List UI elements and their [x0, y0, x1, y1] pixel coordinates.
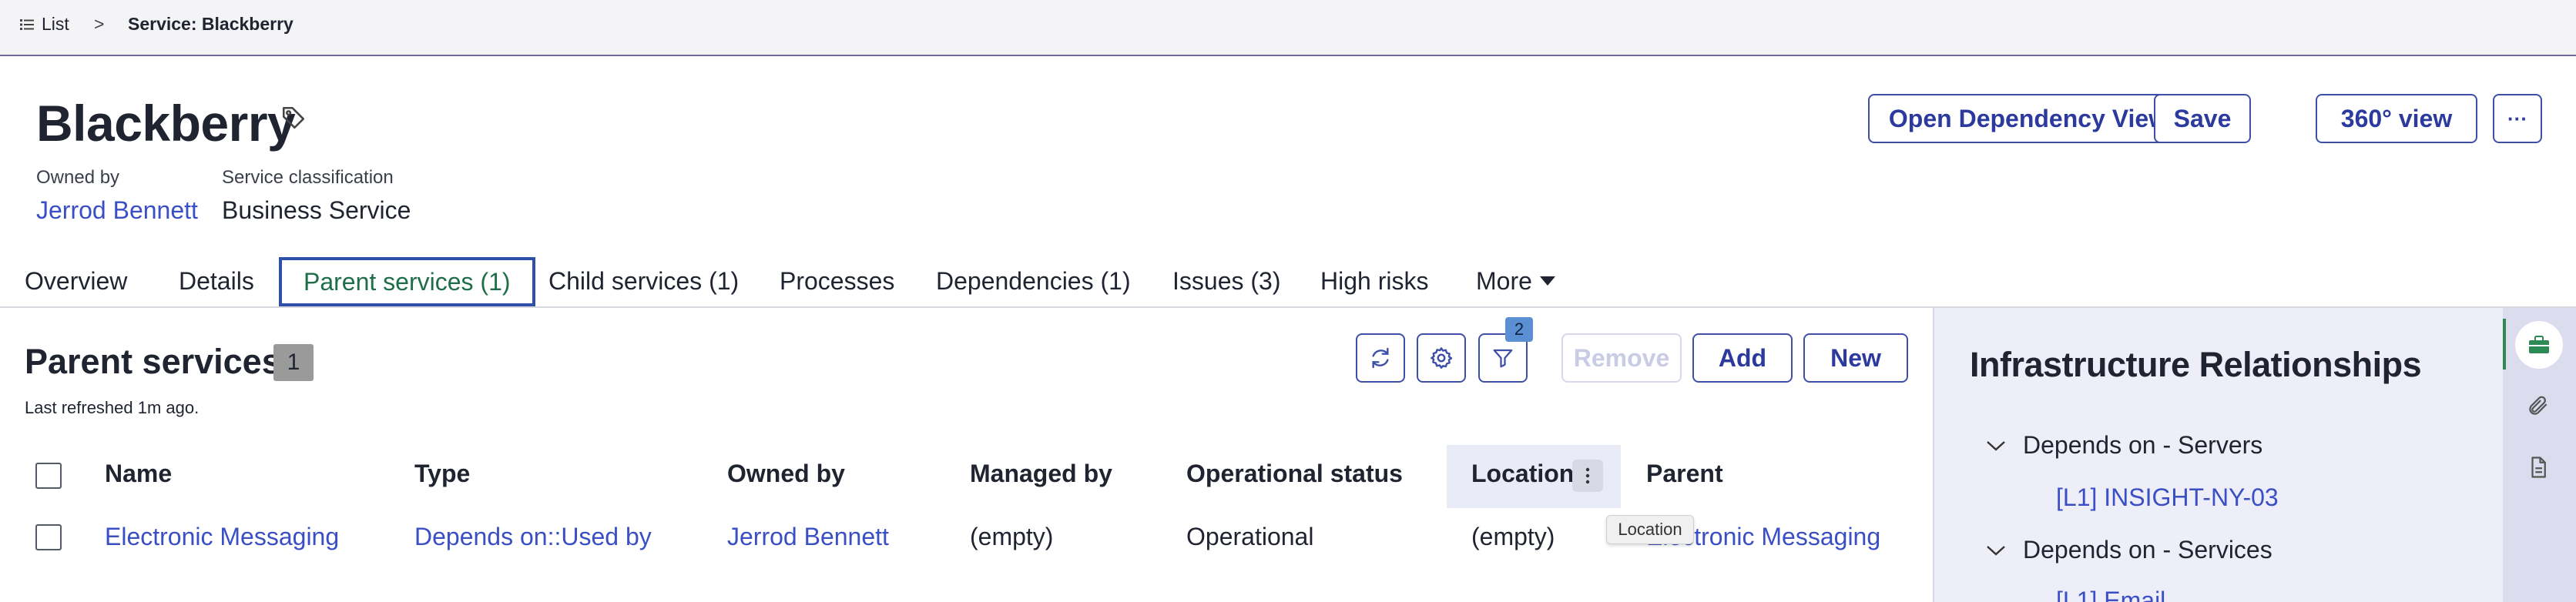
side-panel-title: Infrastructure Relationships: [1970, 345, 2422, 384]
row-owned-by-link[interactable]: Jerrod Bennett: [727, 523, 889, 551]
tab-bar: Overview Details Parent services (1) Chi…: [0, 256, 2576, 308]
save-button[interactable]: Save: [2154, 94, 2251, 143]
list-icon: [20, 18, 34, 31]
owned-by-label: Owned by: [36, 167, 120, 188]
tab-child-services[interactable]: Child services (1): [548, 256, 739, 306]
vertical-dots-icon: [1585, 467, 1590, 484]
add-button[interactable]: Add: [1692, 333, 1793, 383]
document-icon[interactable]: [2527, 454, 2550, 484]
breadcrumb-list-link[interactable]: List: [20, 14, 69, 35]
rail-active-indicator: [2503, 319, 2506, 370]
page-title: Blackberry: [36, 95, 296, 152]
row-select-checkbox[interactable]: [35, 524, 62, 550]
tab-details[interactable]: Details: [179, 256, 254, 306]
column-header-parent[interactable]: Parent: [1646, 460, 1723, 488]
record-count-badge: 1: [273, 344, 314, 381]
filter-count-badge: 2: [1505, 317, 1533, 342]
tab-issues[interactable]: Issues (3): [1172, 256, 1280, 306]
breadcrumb-list-label: List: [42, 14, 69, 34]
new-button[interactable]: New: [1803, 333, 1908, 383]
row-type-link[interactable]: Depends on::Used by: [414, 523, 652, 551]
location-tooltip: Location: [1606, 515, 1694, 544]
column-header-location[interactable]: Location: [1471, 460, 1574, 488]
tab-dependencies[interactable]: Dependencies (1): [936, 256, 1131, 306]
relationship-group-servers[interactable]: Depends on - Servers: [1986, 431, 2262, 460]
tab-high-risks[interactable]: High risks: [1320, 256, 1428, 306]
tab-more[interactable]: More: [1476, 256, 1555, 306]
column-menu-button[interactable]: [1572, 460, 1603, 492]
briefcase-icon: [2529, 336, 2549, 353]
row-name-link[interactable]: Electronic Messaging: [105, 523, 339, 551]
tab-more-label: More: [1476, 266, 1532, 295]
last-refreshed-text: Last refreshed 1m ago.: [25, 398, 200, 417]
filter-icon: [1493, 349, 1513, 368]
list-settings-button[interactable]: [1417, 333, 1466, 383]
row-operational-status: Operational: [1186, 523, 1314, 550]
related-list-title: Parent services: [25, 342, 281, 381]
relationship-group-label: Depends on - Services: [2023, 536, 2272, 564]
row-location: (empty): [1471, 523, 1555, 550]
tag-icon[interactable]: [280, 105, 307, 135]
view-360-button[interactable]: 360° view: [2316, 94, 2477, 143]
column-header-owned-by[interactable]: Owned by: [727, 460, 845, 488]
relationship-item-link[interactable]: [L1] Email: [2056, 587, 2165, 602]
remove-button[interactable]: Remove: [1561, 333, 1682, 383]
row-managed-by: (empty): [970, 523, 1054, 550]
chevron-down-icon: [1987, 440, 2005, 451]
chevron-down-icon: [1987, 545, 2005, 556]
breadcrumb-separator: >: [94, 14, 105, 34]
paperclip-icon[interactable]: [2527, 393, 2550, 423]
breadcrumb-current: Service: Blackberry: [128, 14, 293, 34]
owned-by-link[interactable]: Jerrod Bennett: [36, 196, 198, 225]
select-all-checkbox[interactable]: [35, 463, 62, 489]
caret-down-icon: [1539, 276, 1555, 286]
tab-overview[interactable]: Overview: [25, 256, 127, 306]
column-header-managed-by[interactable]: Managed by: [970, 460, 1112, 488]
refresh-icon: [1372, 347, 1389, 369]
column-header-operational-status[interactable]: Operational status: [1186, 460, 1403, 488]
breadcrumb-bar: List > Service: Blackberry: [0, 0, 2576, 56]
relationship-group-services[interactable]: Depends on - Services: [1986, 536, 2272, 564]
relationship-group-label: Depends on - Servers: [2023, 431, 2263, 459]
tab-processes[interactable]: Processes: [780, 256, 894, 306]
rail-relationships-button[interactable]: [2515, 321, 2563, 369]
more-actions-button[interactable]: ···: [2493, 94, 2542, 143]
refresh-button[interactable]: [1356, 333, 1405, 383]
classification-label: Service classification: [222, 167, 394, 188]
gear-icon: [1431, 347, 1453, 369]
tab-parent-services[interactable]: Parent services (1): [279, 257, 535, 306]
column-header-name[interactable]: Name: [105, 460, 172, 488]
column-header-type[interactable]: Type: [414, 460, 470, 488]
classification-value: Business Service: [222, 196, 411, 224]
relationship-item-link[interactable]: [L1] INSIGHT-NY-03: [2056, 483, 2279, 512]
open-dependency-view-button[interactable]: Open Dependency View: [1868, 94, 2189, 143]
